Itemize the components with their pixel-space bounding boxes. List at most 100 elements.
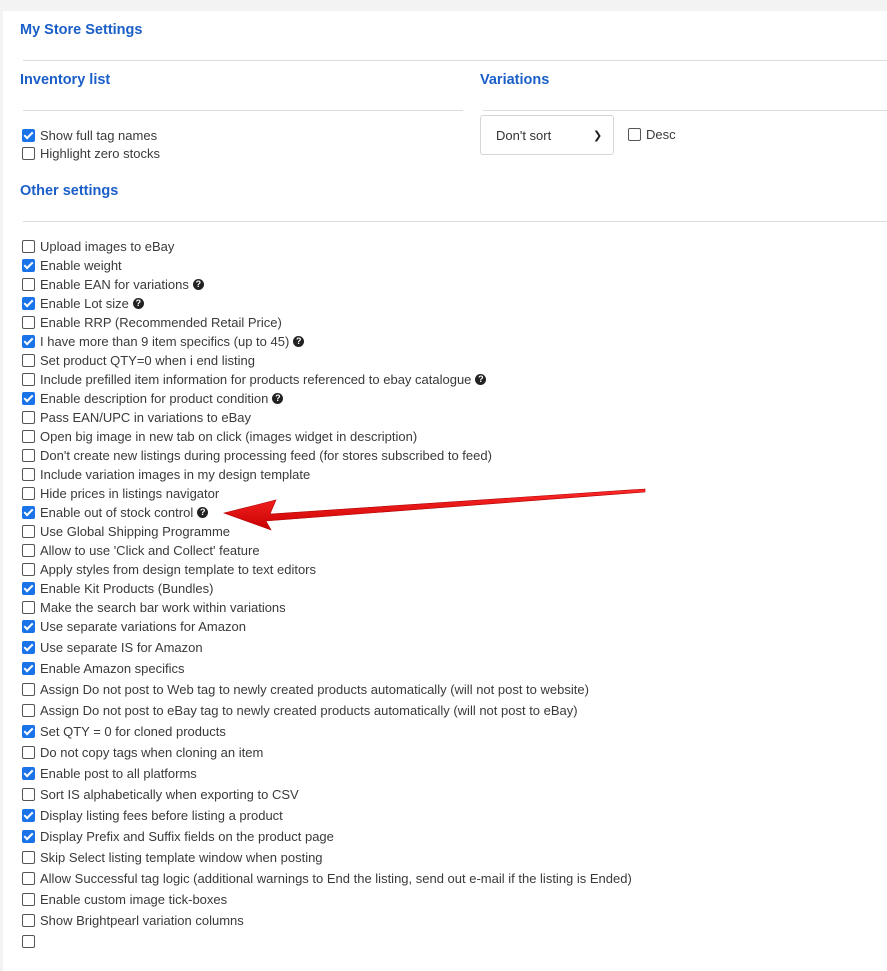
- checkbox[interactable]: [22, 893, 35, 906]
- option-show-full-tag-names[interactable]: Show full tag names: [22, 126, 157, 145]
- option-label: Enable Lot size: [40, 296, 129, 311]
- checkbox[interactable]: [22, 872, 35, 885]
- variations-sort-select[interactable]: Don't sort ❯: [480, 115, 614, 155]
- setting-option[interactable]: Assign Do not post to Web tag to newly c…: [22, 680, 589, 699]
- checkbox[interactable]: [22, 746, 35, 759]
- help-icon[interactable]: ?: [132, 298, 144, 309]
- checkbox[interactable]: [22, 297, 35, 310]
- setting-option[interactable]: Enable Lot size?: [22, 294, 144, 313]
- checkbox[interactable]: [22, 525, 35, 538]
- checkbox[interactable]: [22, 851, 35, 864]
- checkbox[interactable]: [22, 259, 35, 272]
- setting-option[interactable]: Pass EAN/UPC in variations to eBay: [22, 408, 251, 427]
- setting-option[interactable]: Assign Do not post to eBay tag to newly …: [22, 701, 578, 720]
- option-label: Set product QTY=0 when i end listing: [40, 353, 255, 368]
- setting-option[interactable]: Enable post to all platforms: [22, 764, 197, 783]
- divider: [483, 110, 887, 111]
- checkbox[interactable]: [22, 563, 35, 576]
- checkbox[interactable]: [22, 767, 35, 780]
- setting-option[interactable]: Make the search bar work within variatio…: [22, 598, 286, 617]
- setting-option[interactable]: Display Prefix and Suffix fields on the …: [22, 827, 334, 846]
- setting-option[interactable]: Include prefilled item information for p…: [22, 370, 487, 389]
- setting-option[interactable]: Include variation images in my design te…: [22, 465, 310, 484]
- setting-option[interactable]: Upload images to eBay: [22, 237, 174, 256]
- option-label: Allow Successful tag logic (additional w…: [40, 871, 632, 886]
- checkbox[interactable]: [22, 641, 35, 654]
- setting-option[interactable]: Set product QTY=0 when i end listing: [22, 351, 255, 370]
- checkbox[interactable]: [22, 240, 35, 253]
- option-label: Use Global Shipping Programme: [40, 524, 231, 539]
- help-icon[interactable]: ?: [293, 336, 305, 347]
- setting-option[interactable]: Allow to use 'Click and Collect' feature: [22, 541, 260, 560]
- setting-option[interactable]: Use separate variations for Amazon: [22, 617, 246, 636]
- option-label: Enable custom image tick-boxes: [40, 892, 228, 907]
- checkbox[interactable]: [22, 582, 35, 595]
- setting-option[interactable]: Enable EAN for variations?: [22, 275, 204, 294]
- setting-option[interactable]: Sort IS alphabetically when exporting to…: [22, 785, 299, 804]
- setting-option[interactable]: Show Brightpearl variation columns: [22, 911, 244, 930]
- help-icon[interactable]: ?: [475, 374, 487, 385]
- checkbox[interactable]: [22, 278, 35, 291]
- setting-option[interactable]: Hide prices in listings navigator: [22, 484, 219, 503]
- setting-option[interactable]: Use Global Shipping Programme: [22, 522, 230, 541]
- setting-option[interactable]: Don't create new listings during process…: [22, 446, 492, 465]
- checkbox[interactable]: [22, 392, 35, 405]
- setting-option[interactable]: I have more than 9 item specifics (up to…: [22, 332, 305, 351]
- checkbox[interactable]: [22, 830, 35, 843]
- checkbox[interactable]: [22, 809, 35, 822]
- variations-heading: Variations: [480, 72, 550, 88]
- checkbox[interactable]: [22, 544, 35, 557]
- checkbox[interactable]: [22, 487, 35, 500]
- setting-option[interactable]: Apply styles from design template to tex…: [22, 560, 316, 579]
- checkbox[interactable]: [22, 683, 35, 696]
- setting-option[interactable]: Enable weight: [22, 256, 122, 275]
- checkbox[interactable]: [22, 430, 35, 443]
- setting-option[interactable]: Enable Amazon specifics: [22, 659, 185, 678]
- checkbox[interactable]: [22, 147, 35, 160]
- option-label: Hide prices in listings navigator: [40, 486, 220, 501]
- setting-option[interactable]: Enable RRP (Recommended Retail Price): [22, 313, 282, 332]
- checkbox[interactable]: [22, 662, 35, 675]
- setting-option[interactable]: Enable Kit Products (Bundles): [22, 579, 213, 598]
- option-highlight-zero-stocks[interactable]: Highlight zero stocks: [22, 144, 160, 163]
- checkbox[interactable]: [22, 468, 35, 481]
- help-icon[interactable]: ?: [197, 507, 209, 518]
- setting-option[interactable]: [22, 932, 40, 951]
- checkbox[interactable]: [22, 129, 35, 142]
- option-label: Enable post to all platforms: [40, 766, 197, 781]
- checkbox[interactable]: [22, 354, 35, 367]
- setting-option[interactable]: Use separate IS for Amazon: [22, 638, 203, 657]
- setting-option[interactable]: Skip Select listing template window when…: [22, 848, 323, 867]
- help-icon[interactable]: ?: [192, 279, 204, 290]
- checkbox[interactable]: [22, 373, 35, 386]
- setting-option[interactable]: Allow Successful tag logic (additional w…: [22, 869, 632, 888]
- option-label: Enable RRP (Recommended Retail Price): [40, 315, 282, 330]
- checkbox[interactable]: [628, 128, 641, 141]
- checkbox[interactable]: [22, 335, 35, 348]
- checkbox[interactable]: [22, 449, 35, 462]
- setting-option[interactable]: Display listing fees before listing a pr…: [22, 806, 283, 825]
- setting-option[interactable]: Enable out of stock control?: [22, 503, 209, 522]
- checkbox[interactable]: [22, 411, 35, 424]
- option-label: Set QTY = 0 for cloned products: [40, 724, 226, 739]
- setting-option[interactable]: Enable description for product condition…: [22, 389, 284, 408]
- setting-option[interactable]: Do not copy tags when cloning an item: [22, 743, 263, 762]
- option-label: Make the search bar work within variatio…: [40, 600, 286, 615]
- setting-option[interactable]: Enable custom image tick-boxes: [22, 890, 227, 909]
- checkbox[interactable]: [22, 601, 35, 614]
- help-icon[interactable]: ?: [272, 393, 284, 404]
- option-desc[interactable]: Desc: [628, 125, 676, 144]
- checkbox[interactable]: [22, 914, 35, 927]
- option-label: Show full tag names: [40, 128, 158, 143]
- checkbox[interactable]: [22, 725, 35, 738]
- setting-option[interactable]: Open big image in new tab on click (imag…: [22, 427, 417, 446]
- checkbox[interactable]: [22, 316, 35, 329]
- checkbox[interactable]: [22, 620, 35, 633]
- setting-option[interactable]: Set QTY = 0 for cloned products: [22, 722, 226, 741]
- checkbox[interactable]: [22, 506, 35, 519]
- option-label: Use separate IS for Amazon: [40, 640, 203, 655]
- checkbox[interactable]: [22, 935, 35, 948]
- checkbox[interactable]: [22, 788, 35, 801]
- checkbox[interactable]: [22, 704, 35, 717]
- select-value: Don't sort: [496, 127, 552, 143]
